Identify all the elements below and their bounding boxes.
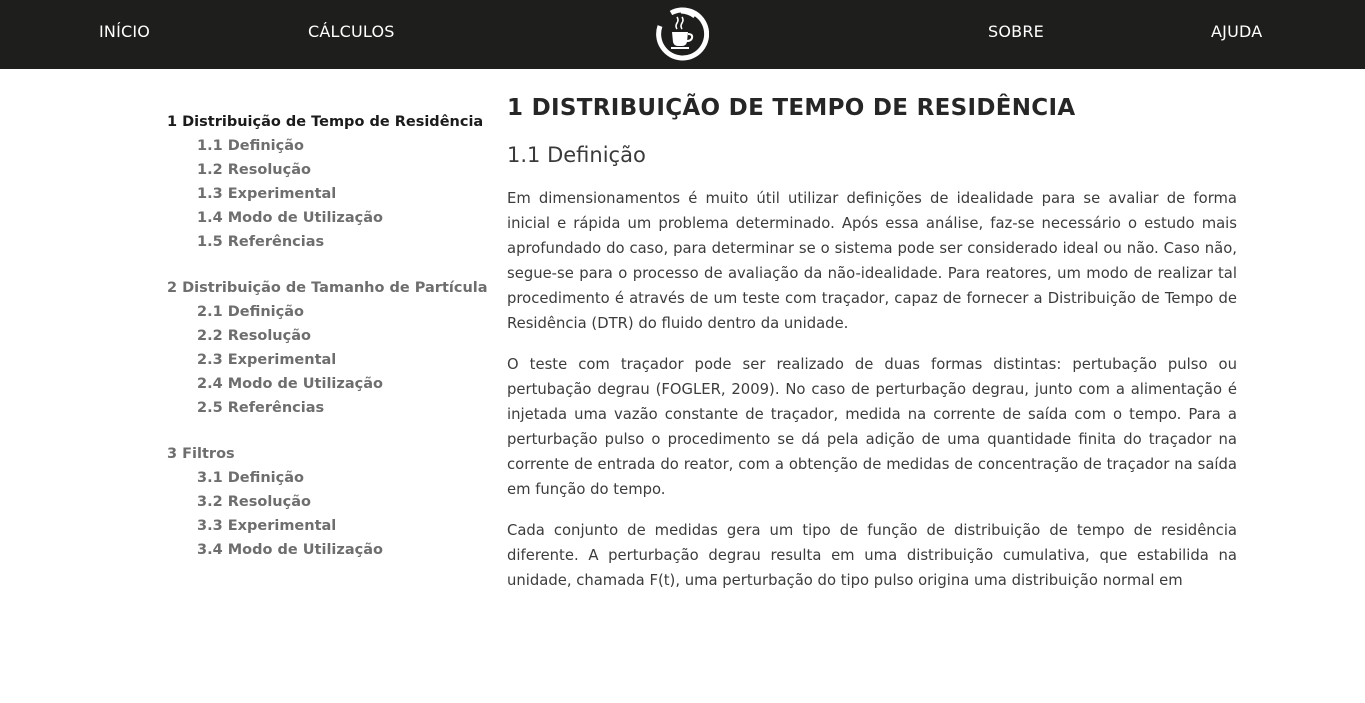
toc-item-2-4[interactable]: 2.4 Modo de Utilização (167, 372, 487, 396)
nav-calculos-link[interactable]: CÁLCULOS (308, 22, 395, 41)
toc-item-1-4[interactable]: 1.4 Modo de Utilização (167, 206, 487, 230)
toc-item-1-5[interactable]: 1.5 Referências (167, 230, 487, 254)
toc-item-2-1[interactable]: 2.1 Definição (167, 300, 487, 324)
toc-section-2: 2 Distribuição de Tamanho de Partícula 2… (167, 276, 488, 420)
toc-section-3: 3 Filtros 3.1 Definição 3.2 Resolução 3.… (167, 442, 487, 562)
toc-item-3-2[interactable]: 3.2 Resolução (167, 490, 487, 514)
toc-item-1-2[interactable]: 1.2 Resolução (167, 158, 487, 182)
coffee-cup-logo-icon[interactable] (655, 6, 710, 62)
top-navbar: INÍCIO CÁLCULOS SOBRE AJUDA (0, 0, 1365, 69)
nav-sobre-link[interactable]: SOBRE (988, 22, 1044, 41)
toc-item-2-2[interactable]: 2.2 Resolução (167, 324, 487, 348)
toc-heading-1[interactable]: 1 Distribuição de Tempo de Residência (167, 110, 487, 134)
nav-ajuda-link[interactable]: AJUDA (1211, 22, 1262, 41)
page-title: 1 DISTRIBUIÇÃO DE TEMPO DE RESIDÊNCIA (507, 95, 1076, 121)
main-content: 1 DISTRIBUIÇÃO DE TEMPO DE RESIDÊNCIA 1.… (507, 90, 1237, 588)
paragraph-2: O teste com traçador pode ser realizado … (507, 356, 1237, 498)
toc-item-2-5[interactable]: 2.5 Referências (167, 396, 487, 420)
nav-inicio-link[interactable]: INÍCIO (99, 22, 150, 41)
toc-heading-3[interactable]: 3 Filtros (167, 442, 487, 466)
toc-item-3-4[interactable]: 3.4 Modo de Utilização (167, 538, 487, 562)
toc-item-3-1[interactable]: 3.1 Definição (167, 466, 487, 490)
paragraph-1: Em dimensionamentos é muito útil utiliza… (507, 190, 1237, 332)
toc-item-1-3[interactable]: 1.3 Experimental (167, 182, 487, 206)
toc-section-1: 1 Distribuição de Tempo de Residência 1.… (167, 110, 487, 254)
section-subtitle: 1.1 Definição (507, 143, 646, 167)
toc-heading-2[interactable]: 2 Distribuição de Tamanho de Partícula (167, 276, 488, 300)
table-of-contents: 1 Distribuição de Tempo de Residência 1.… (167, 110, 488, 584)
toc-item-1-1[interactable]: 1.1 Definição (167, 134, 487, 158)
toc-item-3-3[interactable]: 3.3 Experimental (167, 514, 487, 538)
paragraph-3: Cada conjunto de medidas gera um tipo de… (507, 522, 1237, 588)
toc-item-2-3[interactable]: 2.3 Experimental (167, 348, 487, 372)
